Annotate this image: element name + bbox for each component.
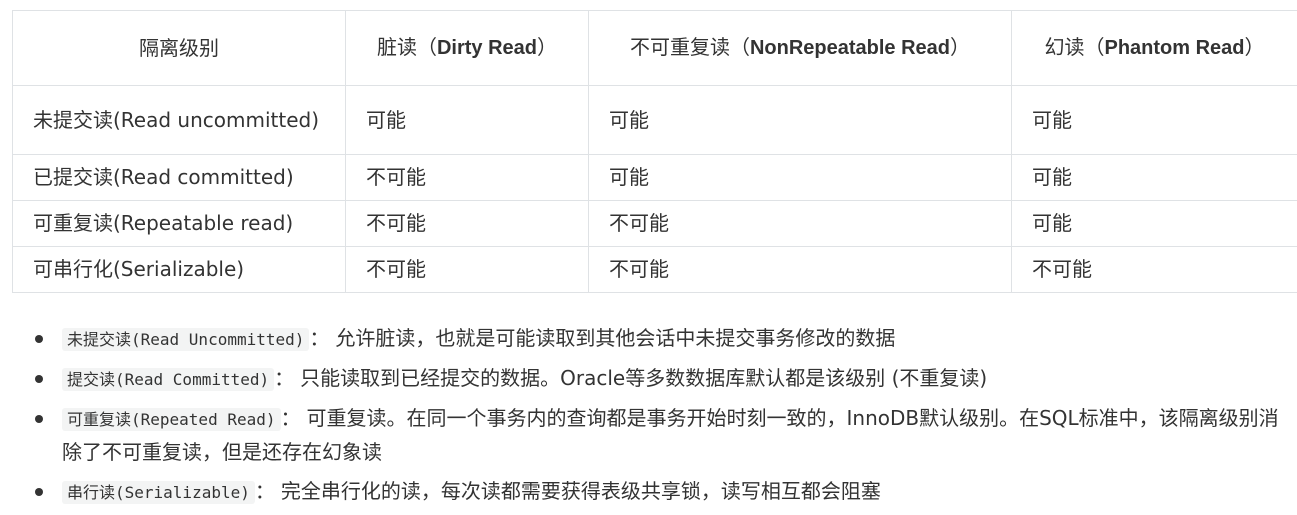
bullet-icon	[35, 335, 43, 343]
table-cell: 不可能	[345, 200, 589, 247]
list-item: 未提交读(Read Uncommitted)：允许脏读，也就是可能读取到其他会话…	[0, 322, 1297, 356]
table-cell: 已提交读(Read committed)	[12, 154, 346, 201]
table-cell: 不可能	[588, 200, 1012, 247]
inline-code: 串行读(Serializable)	[62, 481, 255, 504]
inline-code: 可重复读(Repeated Read)	[62, 408, 281, 431]
list-item: 提交读(Read Committed)：只能读取到已经提交的数据。Oracle等…	[0, 362, 1297, 396]
header-phantom-read: 幻读（Phantom Read）	[1011, 10, 1297, 86]
inline-code: 未提交读(Read Uncommitted)	[62, 328, 310, 351]
colon: ：	[309, 326, 330, 350]
table-cell: 可能	[1011, 85, 1297, 155]
isolation-level-table: 隔离级别 脏读（Dirty Read） 不可重复读（NonRepeatable …	[12, 10, 1297, 293]
isolation-level-description-list: 未提交读(Read Uncommitted)：允许脏读，也就是可能读取到其他会话…	[0, 322, 1297, 515]
header-isolation-level: 隔离级别	[12, 10, 346, 86]
table-row: 可串行化(Serializable) 不可能 不可能 不可能	[12, 246, 1297, 293]
table-cell: 可能	[1011, 154, 1297, 201]
list-item-text: 完全串行化的读，每次读都需要获得表级共享锁，读写相互都会阻塞	[280, 479, 881, 503]
table-cell: 可能	[588, 154, 1012, 201]
bullet-icon	[35, 415, 43, 423]
header-dirty-read: 脏读（Dirty Read）	[345, 10, 589, 86]
list-item-text: 只能读取到已经提交的数据。Oracle等多数数据库默认都是该级别 (不重复读)	[300, 366, 988, 390]
inline-code: 提交读(Read Committed)	[62, 368, 275, 391]
table-cell: 可能	[588, 85, 1012, 155]
table-cell: 不可能	[345, 154, 589, 201]
table-cell: 可能	[345, 85, 589, 155]
table-header-row: 隔离级别 脏读（Dirty Read） 不可重复读（NonRepeatable …	[12, 10, 1297, 86]
list-item-text: 允许脏读，也就是可能读取到其他会话中未提交事务修改的数据	[335, 326, 896, 350]
colon: ：	[254, 479, 275, 503]
table-cell: 不可能	[588, 246, 1012, 293]
table-cell: 不可能	[345, 246, 589, 293]
table-cell: 未提交读(Read uncommitted)	[12, 85, 346, 155]
table-cell: 可能	[1011, 200, 1297, 247]
table-cell: 可串行化(Serializable)	[12, 246, 346, 293]
list-item: 串行读(Serializable)：完全串行化的读，每次读都需要获得表级共享锁，…	[0, 475, 1297, 509]
table-row: 可重复读(Repeatable read) 不可能 不可能 可能	[12, 200, 1297, 247]
header-nonrepeatable-read: 不可重复读（NonRepeatable Read）	[588, 10, 1012, 86]
bullet-icon	[35, 375, 43, 383]
list-item: 可重复读(Repeated Read)：可重复读。在同一个事务内的查询都是事务开…	[0, 402, 1297, 469]
table-row: 已提交读(Read committed) 不可能 可能 可能	[12, 154, 1297, 201]
bullet-icon	[35, 488, 43, 496]
colon: ：	[274, 366, 295, 390]
colon: ：	[280, 406, 301, 430]
isolation-level-table-container: 隔离级别 脏读（Dirty Read） 不可重复读（NonRepeatable …	[12, 10, 1297, 293]
table-cell: 可重复读(Repeatable read)	[12, 200, 346, 247]
table-cell: 不可能	[1011, 246, 1297, 293]
table-row: 未提交读(Read uncommitted) 可能 可能 可能	[12, 85, 1297, 155]
